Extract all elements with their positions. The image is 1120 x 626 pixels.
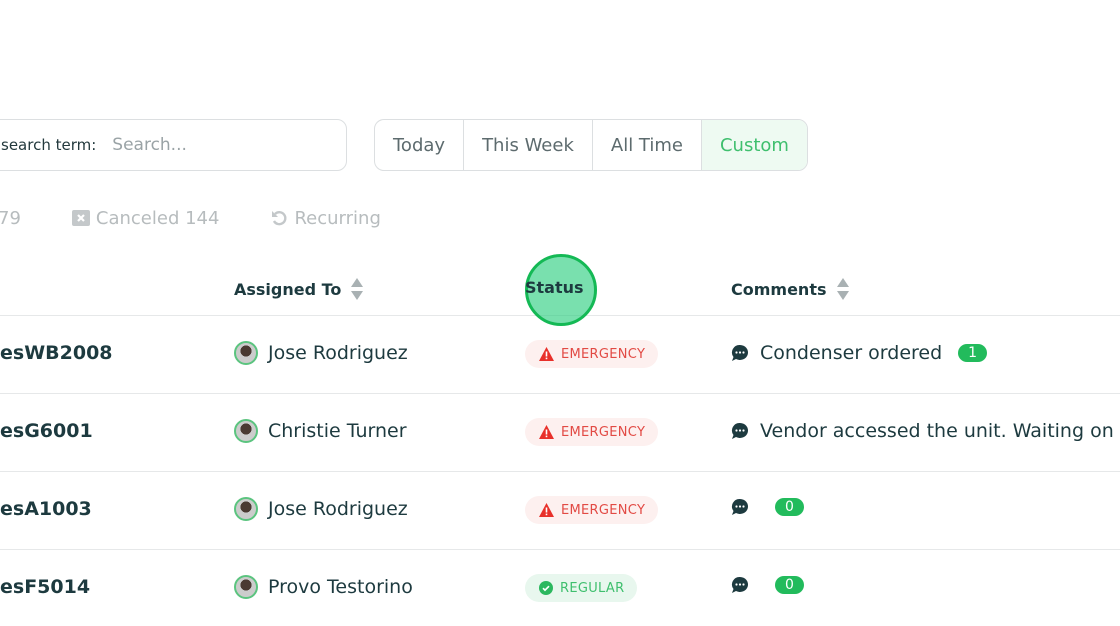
- request-id[interactable]: esG6001: [0, 420, 93, 442]
- header-assigned-to-label: Assigned To: [234, 279, 342, 299]
- header-comments-label: Comments: [731, 279, 827, 299]
- avatar: [234, 341, 258, 365]
- sort-icon: [836, 278, 849, 300]
- assignee-name: Provo Testorino: [268, 576, 413, 598]
- comment-icon: [731, 344, 748, 361]
- status-filters: 79 Canceled 144 Recurring: [0, 206, 381, 230]
- comment-cell[interactable]: Vendor accessed the unit. Waiting on e: [731, 420, 1120, 442]
- date-option-custom[interactable]: Custom: [701, 120, 807, 170]
- warning-icon: [539, 503, 554, 517]
- header-comments[interactable]: Comments: [731, 278, 849, 300]
- sort-icon: [351, 278, 364, 300]
- status-label: EMERGENCY: [561, 424, 646, 440]
- request-id[interactable]: esA1003: [0, 498, 92, 520]
- status-badge: EMERGENCY: [525, 340, 659, 368]
- assignee: Jose Rodriguez: [234, 341, 408, 365]
- status-label: REGULAR: [560, 580, 625, 596]
- divider: [0, 549, 1120, 550]
- divider: [0, 315, 1120, 316]
- check-badge-icon: [539, 581, 553, 595]
- assignee-name: Jose Rodriguez: [268, 342, 408, 364]
- filter-recurring[interactable]: Recurring: [270, 207, 381, 229]
- search-input[interactable]: [110, 134, 315, 156]
- header-status[interactable]: Status: [525, 278, 584, 297]
- comment-text: Condenser ordered: [760, 342, 943, 364]
- status-badge: EMERGENCY: [525, 418, 659, 446]
- divider: [0, 471, 1120, 472]
- comment-icon: [731, 498, 748, 515]
- filter-canceled[interactable]: Canceled 144: [71, 207, 220, 229]
- comment-cell[interactable]: 0: [731, 498, 804, 516]
- filter-recurring-label: Recurring: [294, 207, 381, 229]
- date-range-selector: Today This Week All Time Custom: [374, 119, 808, 171]
- request-id[interactable]: esF5014: [0, 576, 90, 598]
- filter-partial-count[interactable]: 79: [0, 208, 21, 229]
- avatar: [234, 575, 258, 599]
- status-badge: EMERGENCY: [525, 496, 659, 524]
- warning-icon: [539, 347, 554, 361]
- assignee: Jose Rodriguez: [234, 497, 408, 521]
- filter-canceled-label: Canceled 144: [95, 207, 220, 229]
- header-status-label: Status: [525, 278, 584, 297]
- avatar: [234, 497, 258, 521]
- cancel-box-icon: [71, 210, 90, 226]
- avatar: [234, 419, 258, 443]
- assignee: Provo Testorino: [234, 575, 413, 599]
- comment-cell[interactable]: 0: [731, 576, 804, 594]
- date-option-today[interactable]: Today: [375, 120, 465, 170]
- header-assigned-to[interactable]: Assigned To: [234, 278, 364, 300]
- search-label: search term:: [1, 136, 97, 154]
- recurring-icon: [272, 211, 287, 226]
- date-option-this-week[interactable]: This Week: [464, 120, 593, 170]
- comment-count-badge: 0: [775, 498, 804, 516]
- status-label: EMERGENCY: [561, 502, 646, 518]
- comment-icon: [731, 576, 748, 593]
- search-box: search term:: [0, 119, 347, 171]
- assignee-name: Jose Rodriguez: [268, 498, 408, 520]
- comment-cell[interactable]: Condenser ordered 1: [731, 342, 988, 364]
- date-option-all-time[interactable]: All Time: [593, 120, 702, 170]
- request-id[interactable]: esWB2008: [0, 342, 113, 364]
- assignee: Christie Turner: [234, 419, 407, 443]
- comment-count-badge: 1: [958, 344, 988, 362]
- divider: [0, 393, 1120, 394]
- status-label: EMERGENCY: [561, 346, 646, 362]
- assignee-name: Christie Turner: [268, 420, 407, 442]
- comment-count-badge: 0: [775, 576, 804, 594]
- comment-text: Vendor accessed the unit. Waiting on e: [760, 420, 1120, 442]
- warning-icon: [539, 425, 554, 439]
- status-badge: REGULAR: [525, 574, 638, 602]
- comment-icon: [731, 422, 748, 439]
